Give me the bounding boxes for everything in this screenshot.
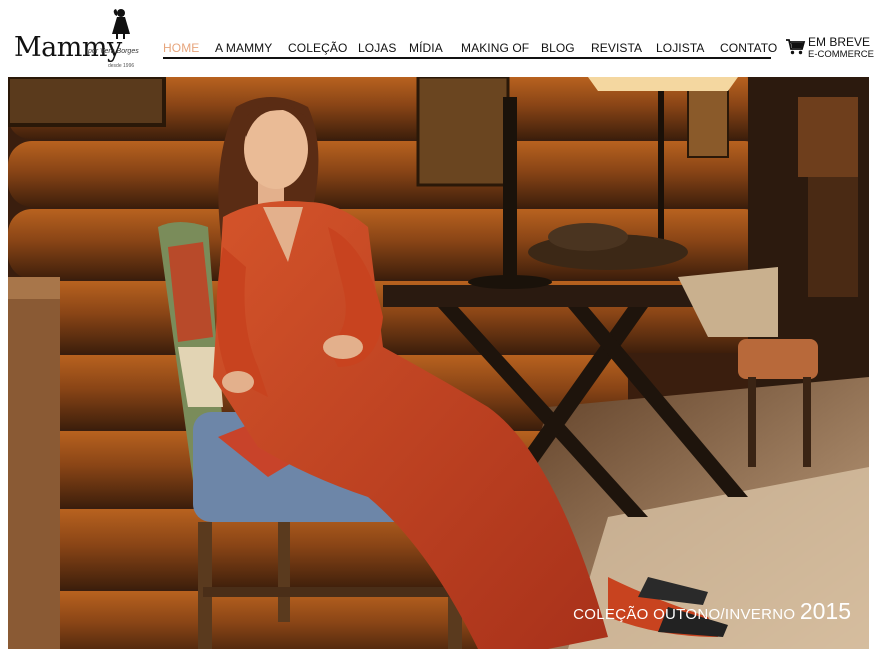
nav-home[interactable]: HOME	[163, 41, 199, 55]
shopping-cart-icon	[786, 39, 806, 55]
hero-banner[interactable]: COLEÇÃO OUTONO/INVERNO 2015	[8, 77, 869, 649]
nav-colecao[interactable]: COLEÇÃO	[288, 41, 347, 55]
hero-photo	[8, 77, 869, 649]
cart-coming-soon: EM BREVE	[808, 35, 871, 49]
nav-lojista[interactable]: LOJISTA	[656, 41, 705, 55]
nav-blog[interactable]: BLOG	[541, 41, 575, 55]
site-header: Mammy por Vera Borges desde 1996 HOME A …	[0, 0, 880, 76]
nav-a-mammy[interactable]: A MAMMY	[215, 41, 272, 55]
brand-since: desde 1996	[108, 63, 135, 69]
nav-making-of[interactable]: MAKING OF	[461, 41, 529, 55]
nav-contato[interactable]: CONTATO	[720, 41, 777, 55]
brand-tagline: por Vera Borges	[88, 48, 139, 55]
cart-ecommerce: E-COMMERCE	[808, 49, 874, 60]
hero-caption-year: 2015	[799, 598, 851, 624]
brand-logo[interactable]: Mammy por Vera Borges desde 1996	[12, 6, 139, 72]
nav-midia[interactable]: MÍDIA	[409, 41, 443, 55]
ecommerce-cart-link[interactable]: EM BREVE E-COMMERCE	[786, 34, 876, 64]
hero-caption: COLEÇÃO OUTONO/INVERNO 2015	[573, 598, 851, 625]
nav-revista[interactable]: REVISTA	[591, 41, 642, 55]
hero-caption-text: COLEÇÃO OUTONO/INVERNO	[573, 606, 796, 623]
nav-lojas[interactable]: LOJAS	[358, 41, 397, 55]
main-navigation: HOME A MAMMY COLEÇÃO LOJAS MÍDIA MAKING …	[163, 41, 777, 59]
